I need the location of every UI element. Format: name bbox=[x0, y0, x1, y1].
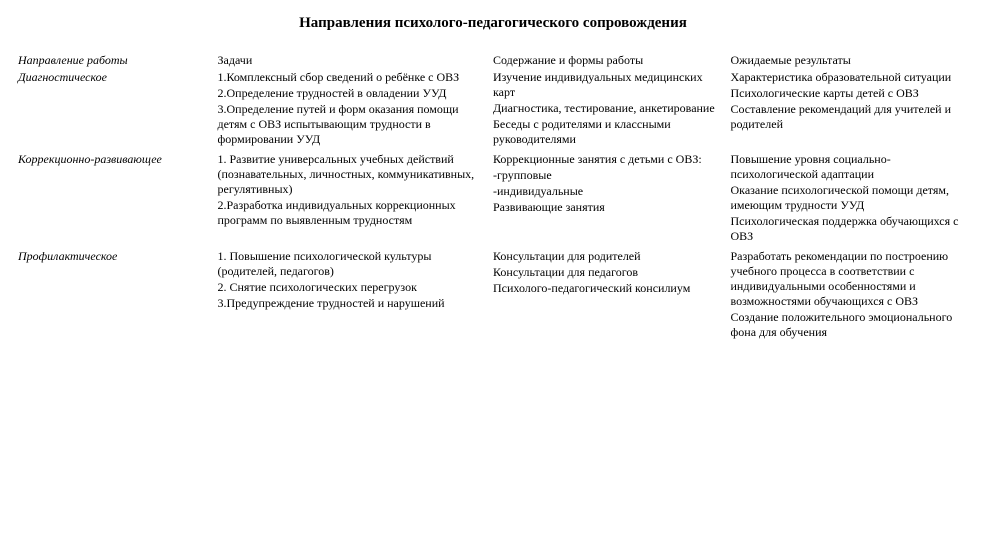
list-item: 2. Снятие психологических перегрузок bbox=[218, 280, 488, 295]
page-title: Направления психолого-педагогического со… bbox=[18, 14, 968, 33]
results-cell: Ожидаемые результатыХарактеристика образ… bbox=[731, 51, 969, 150]
list-item: Консультации для педагогов bbox=[493, 265, 725, 280]
list-item: 3.Предупреждение трудностей и нарушений bbox=[218, 296, 488, 311]
list-item: Диагностика, тестирование, анкетирование bbox=[493, 101, 725, 116]
list-item: Психолого-педагогический консилиум bbox=[493, 281, 725, 296]
item-list: Характеристика образовательной ситуацииП… bbox=[731, 70, 963, 132]
results-cell: Разработать рекомендации по построению у… bbox=[731, 247, 969, 343]
direction-name: Направление работыДиагностическое bbox=[18, 51, 218, 150]
tasks-cell: 1. Повышение психологической культуры (р… bbox=[218, 247, 494, 343]
item-list: 1. Развитие универсальных учебных действ… bbox=[218, 152, 488, 228]
item-list: Изучение индивидуальных медицинских карт… bbox=[493, 70, 725, 147]
column-header: Содержание и формы работы bbox=[493, 53, 725, 70]
list-item: 2.Разработка индивидуальных коррекционны… bbox=[218, 198, 488, 228]
list-item: Характеристика образовательной ситуации bbox=[731, 70, 963, 85]
column-header: Задачи bbox=[218, 53, 488, 70]
item-list: 1. Повышение психологической культуры (р… bbox=[218, 249, 488, 311]
list-item: 1.Комплексный сбор сведений о ребёнке с … bbox=[218, 70, 488, 85]
list-item: Создание положительного эмоционального ф… bbox=[731, 310, 963, 340]
results-cell: Повышение уровня социально-психологическ… bbox=[731, 150, 969, 247]
list-item: Беседы с родителями и классными руководи… bbox=[493, 117, 725, 147]
tasks-cell: Задачи1.Комплексный сбор сведений о ребё… bbox=[218, 51, 494, 150]
list-item: -индивидуальные bbox=[493, 184, 725, 199]
direction-name-text: Профилактическое bbox=[18, 249, 212, 264]
content-cell: Содержание и формы работыИзучение индиви… bbox=[493, 51, 731, 150]
direction-name-text: Диагностическое bbox=[18, 70, 212, 85]
list-item: 1. Повышение психологической культуры (р… bbox=[218, 249, 488, 279]
content-cell: Консультации для родителейКонсультации д… bbox=[493, 247, 731, 343]
column-header-direction: Направление работы bbox=[18, 53, 212, 70]
item-list: Коррекционные занятия с детьми с ОВЗ:-гр… bbox=[493, 152, 725, 215]
list-item: Психологическая поддержка обучающихся с … bbox=[731, 214, 963, 244]
content-cell: Коррекционные занятия с детьми с ОВЗ:-гр… bbox=[493, 150, 731, 247]
list-item: 1. Развитие универсальных учебных действ… bbox=[218, 152, 488, 197]
list-item: Оказание психологической помощи детям, и… bbox=[731, 183, 963, 213]
direction-name-text: Коррекционно-развивающее bbox=[18, 152, 212, 167]
list-item: Психологические карты детей с ОВЗ bbox=[731, 86, 963, 101]
table-row: Профилактическое 1. Повышение психологиче… bbox=[18, 247, 968, 343]
list-item: Повышение уровня социально-психологическ… bbox=[731, 152, 963, 182]
list-item: Коррекционные занятия с детьми с ОВЗ: bbox=[493, 152, 725, 167]
item-list: 1.Комплексный сбор сведений о ребёнке с … bbox=[218, 70, 488, 147]
list-item: Разработать рекомендации по построению у… bbox=[731, 249, 963, 309]
table-row: Коррекционно-развивающее 1. Развитие унив… bbox=[18, 150, 968, 247]
list-item: -групповые bbox=[493, 168, 725, 183]
direction-name: Коррекционно-развивающее bbox=[18, 150, 218, 247]
item-list: Повышение уровня социально-психологическ… bbox=[731, 152, 963, 244]
list-item: 3.Определение путей и форм оказания помо… bbox=[218, 102, 488, 147]
list-item: Консультации для родителей bbox=[493, 249, 725, 264]
table-row: Направление работыДиагностическоеЗадачи1… bbox=[18, 51, 968, 150]
item-list: Консультации для родителейКонсультации д… bbox=[493, 249, 725, 296]
directions-table: Направление работыДиагностическоеЗадачи1… bbox=[18, 51, 968, 343]
column-header: Ожидаемые результаты bbox=[731, 53, 963, 70]
direction-name: Профилактическое bbox=[18, 247, 218, 343]
list-item: Составление рекомендаций для учителей и … bbox=[731, 102, 963, 132]
list-item: Изучение индивидуальных медицинских карт bbox=[493, 70, 725, 100]
list-item: 2.Определение трудностей в овладении УУД bbox=[218, 86, 488, 101]
item-list: Разработать рекомендации по построению у… bbox=[731, 249, 963, 340]
list-item: Развивающие занятия bbox=[493, 200, 725, 215]
tasks-cell: 1. Развитие универсальных учебных действ… bbox=[218, 150, 494, 247]
